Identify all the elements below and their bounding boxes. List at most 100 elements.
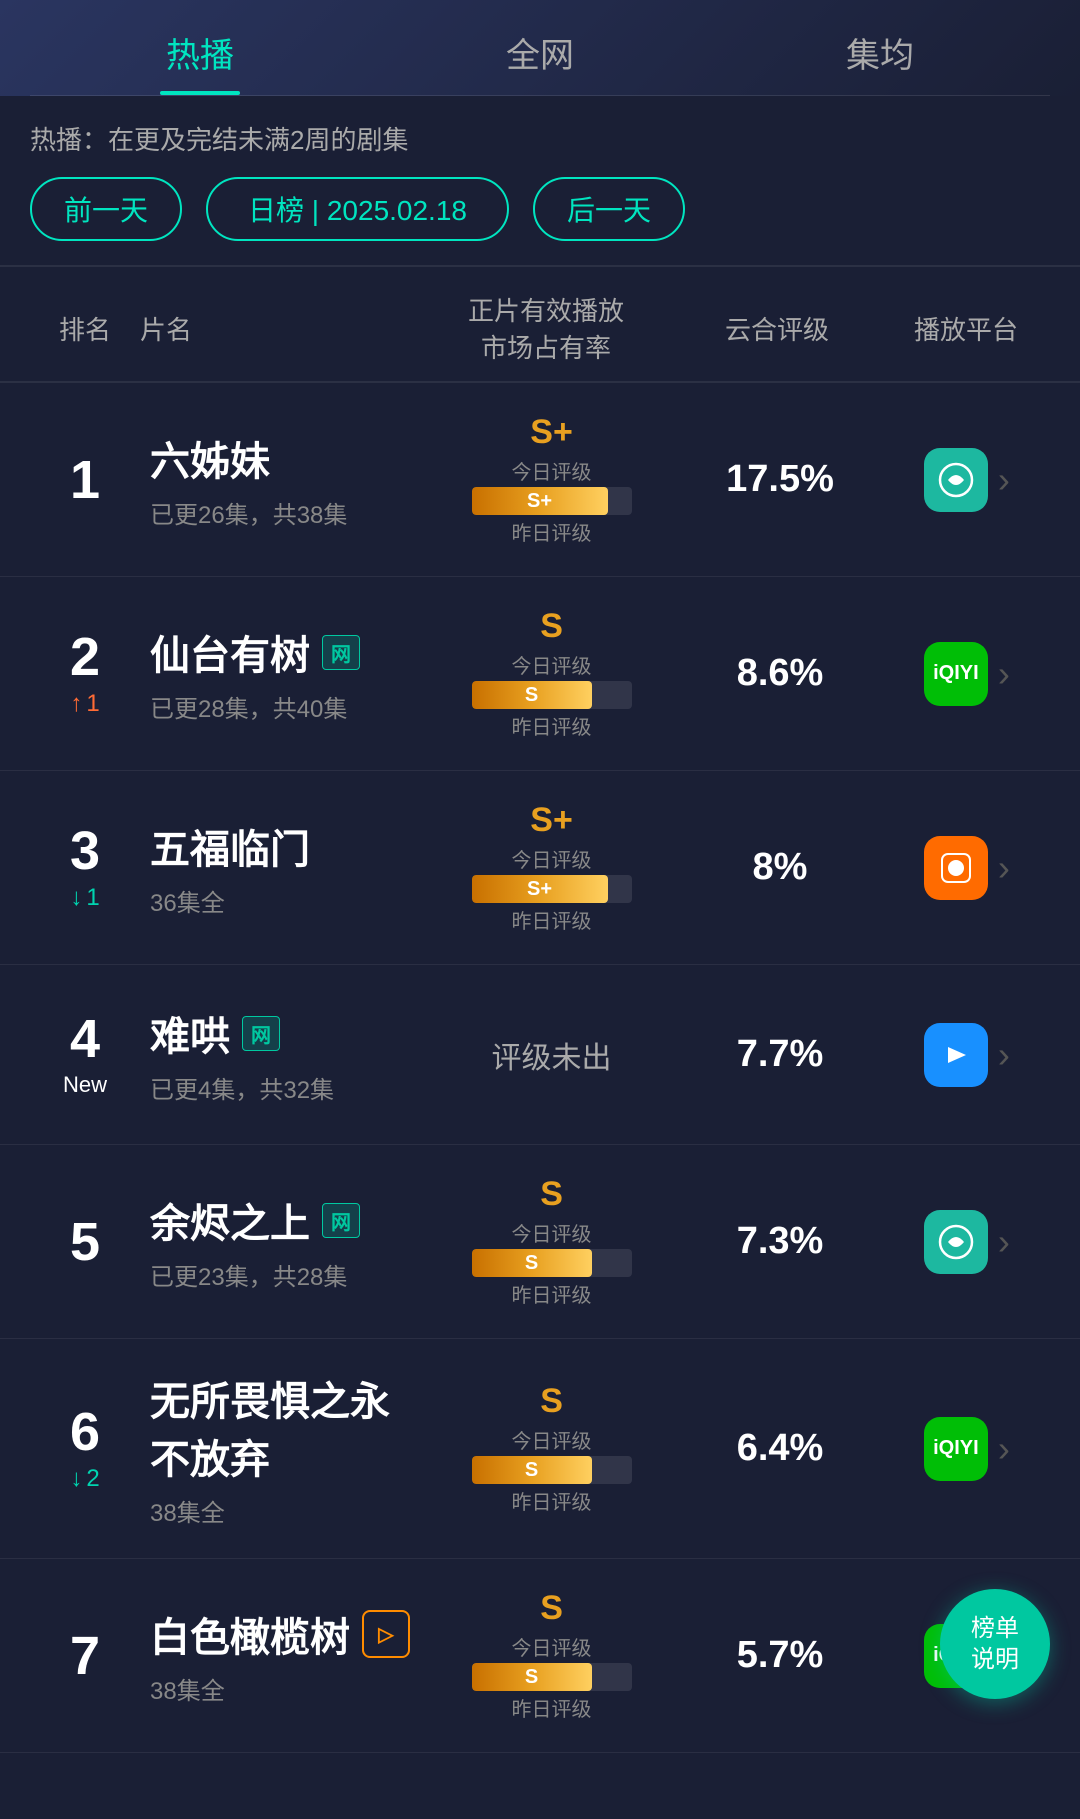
- tab-avg[interactable]: 集均: [710, 28, 1050, 95]
- rating-bar-today: S: [472, 1456, 632, 1484]
- rating-column: 评级未出: [427, 1033, 676, 1077]
- title-column: 无所畏惧之永不放弃 38集全: [140, 1369, 427, 1528]
- rating-yesterday-label: 昨日评级: [512, 905, 592, 934]
- rank-number: 2: [30, 630, 140, 684]
- play-badge: ▷: [362, 1610, 410, 1658]
- up-arrow-icon: ↑: [70, 690, 82, 718]
- tab-all[interactable]: 全网: [370, 28, 710, 95]
- rating-bar-block: 今日评级 S 昨日评级: [462, 1218, 642, 1308]
- rank-number: 1: [30, 453, 140, 507]
- rating-today-val: S: [525, 684, 538, 707]
- grade-label: S: [540, 607, 563, 646]
- market-column: 17.5%: [676, 458, 884, 501]
- show-name-text: 白色橄榄树: [150, 1605, 350, 1663]
- platform-iqiyi-icon: iQIYI: [924, 1417, 988, 1481]
- rating-today-label: 今日评级: [512, 650, 592, 679]
- col-rating-header: 正片有效播放市场占有率: [420, 291, 672, 365]
- show-name-text: 余烬之上: [150, 1191, 310, 1249]
- show-name: 余烬之上网: [150, 1191, 427, 1249]
- rating-yesterday-label: 昨日评级: [512, 517, 592, 546]
- rating-bar-block: 今日评级 S+ 昨日评级: [462, 844, 642, 934]
- show-row[interactable]: 2 ↑ 1 仙台有树网 已更28集，共40集 S 今日评级 S 昨日评级 8.: [0, 577, 1080, 771]
- rating-column: S 今日评级 S 昨日评级: [427, 1382, 676, 1515]
- show-row[interactable]: 3 ↓ 1 五福临门 36集全 S+ 今日评级 S+ 昨日评级 8%: [0, 771, 1080, 965]
- col-platform-header: 播放平台: [882, 310, 1050, 347]
- date-button[interactable]: 日榜 | 2025.02.18: [206, 177, 509, 241]
- show-row[interactable]: 4 New 难哄网 已更4集，共32集 评级未出 7.7% ›: [0, 965, 1080, 1145]
- rating-bar-today: S+: [472, 487, 632, 515]
- platform-column: ›: [884, 836, 1050, 900]
- show-name-text: 难哄: [150, 1004, 230, 1062]
- col-rank-header: 排名: [30, 310, 140, 347]
- title-column: 难哄网 已更4集，共32集: [140, 1004, 427, 1105]
- rating-today-val: S: [525, 1252, 538, 1275]
- float-explanation-button[interactable]: 榜单说明: [940, 1589, 1050, 1699]
- rating-today-label: 今日评级: [512, 844, 592, 873]
- rating-today-val: S+: [527, 490, 552, 513]
- platform-column: iQIYI ›: [884, 642, 1050, 706]
- rating-bar-block: 今日评级 S 昨日评级: [462, 1425, 642, 1515]
- show-name: 难哄网: [150, 1004, 427, 1062]
- platform-mango-icon: [924, 836, 988, 900]
- rating-column: S 今日评级 S 昨日评级: [427, 1589, 676, 1722]
- show-row[interactable]: 6 ↓ 2 无所畏惧之永不放弃 38集全 S 今日评级 S 昨日评级 6.4%: [0, 1339, 1080, 1559]
- no-rating-text: 评级未出: [492, 1033, 612, 1077]
- col-title-header: 片名: [140, 310, 420, 347]
- title-column: 余烬之上网 已更23集，共28集: [140, 1191, 427, 1292]
- rank-change-down: ↓ 1: [30, 884, 140, 912]
- show-meta: 已更26集，共38集: [150, 495, 427, 530]
- tab-hot[interactable]: 热播: [30, 28, 370, 95]
- market-column: 7.7%: [676, 1033, 884, 1076]
- show-name-text: 无所畏惧之永不放弃: [150, 1369, 427, 1485]
- rank-column: 2 ↑ 1: [30, 630, 140, 718]
- rank-number: 3: [30, 824, 140, 878]
- title-column: 仙台有树网 已更28集，共40集: [140, 623, 427, 724]
- rank-number: 7: [30, 1629, 140, 1683]
- show-meta: 38集全: [150, 1671, 427, 1706]
- market-column: 8%: [676, 846, 884, 889]
- net-badge: 网: [322, 1203, 360, 1238]
- rating-today-val: S: [525, 1459, 538, 1482]
- platform-youku-icon: [924, 1023, 988, 1087]
- rating-column: S+ 今日评级 S+ 昨日评级: [427, 413, 676, 546]
- show-meta: 36集全: [150, 883, 427, 918]
- rating-today-val: S: [525, 1666, 538, 1689]
- chevron-right-icon: ›: [998, 1034, 1010, 1076]
- market-column: 8.6%: [676, 652, 884, 695]
- platform-column: ›: [884, 448, 1050, 512]
- prev-day-button[interactable]: 前一天: [30, 177, 182, 241]
- rating-column: S+ 今日评级 S+ 昨日评级: [427, 801, 676, 934]
- grade-label: S: [540, 1589, 563, 1628]
- rating-today-label: 今日评级: [512, 1425, 592, 1454]
- rating-bar-today: S: [472, 1663, 632, 1691]
- col-market-header: 云合评级: [672, 310, 882, 347]
- show-name: 无所畏惧之永不放弃: [150, 1369, 427, 1485]
- rank-change-down: ↓ 2: [30, 1465, 140, 1493]
- show-name: 白色橄榄树▷: [150, 1605, 427, 1663]
- chevron-right-icon: ›: [998, 459, 1010, 501]
- rank-change-new: New: [30, 1072, 140, 1098]
- market-column: 5.7%: [676, 1634, 884, 1677]
- show-row[interactable]: 7 白色橄榄树▷ 38集全 S 今日评级 S 昨日评级 5.7% iQIYI: [0, 1559, 1080, 1753]
- show-row[interactable]: 5 余烬之上网 已更23集，共28集 S 今日评级 S 昨日评级 7.3%: [0, 1145, 1080, 1339]
- platform-column: ›: [884, 1023, 1050, 1087]
- rank-column: 4 New: [30, 1012, 140, 1098]
- show-row[interactable]: 1 六姊妹 已更26集，共38集 S+ 今日评级 S+ 昨日评级 17.5%: [0, 383, 1080, 577]
- rating-today-label: 今日评级: [512, 456, 592, 485]
- rating-yesterday-label: 昨日评级: [512, 1693, 592, 1722]
- show-name-text: 五福临门: [150, 817, 310, 875]
- rank-column: 3 ↓ 1: [30, 824, 140, 912]
- down-arrow-icon: ↓: [70, 884, 82, 912]
- market-column: 6.4%: [676, 1427, 884, 1470]
- nav-row: 前一天 日榜 | 2025.02.18 后一天: [0, 177, 1080, 265]
- grade-label: S: [540, 1382, 563, 1421]
- show-meta: 38集全: [150, 1493, 427, 1528]
- rank-column: 1: [30, 453, 140, 507]
- grade-label: S+: [530, 801, 573, 840]
- grade-label: S+: [530, 413, 573, 452]
- show-name-text: 六姊妹: [150, 429, 270, 487]
- tab-bar: 热播 全网 集均: [30, 18, 1050, 96]
- net-badge: 网: [242, 1016, 280, 1051]
- market-column: 7.3%: [676, 1220, 884, 1263]
- next-day-button[interactable]: 后一天: [533, 177, 685, 241]
